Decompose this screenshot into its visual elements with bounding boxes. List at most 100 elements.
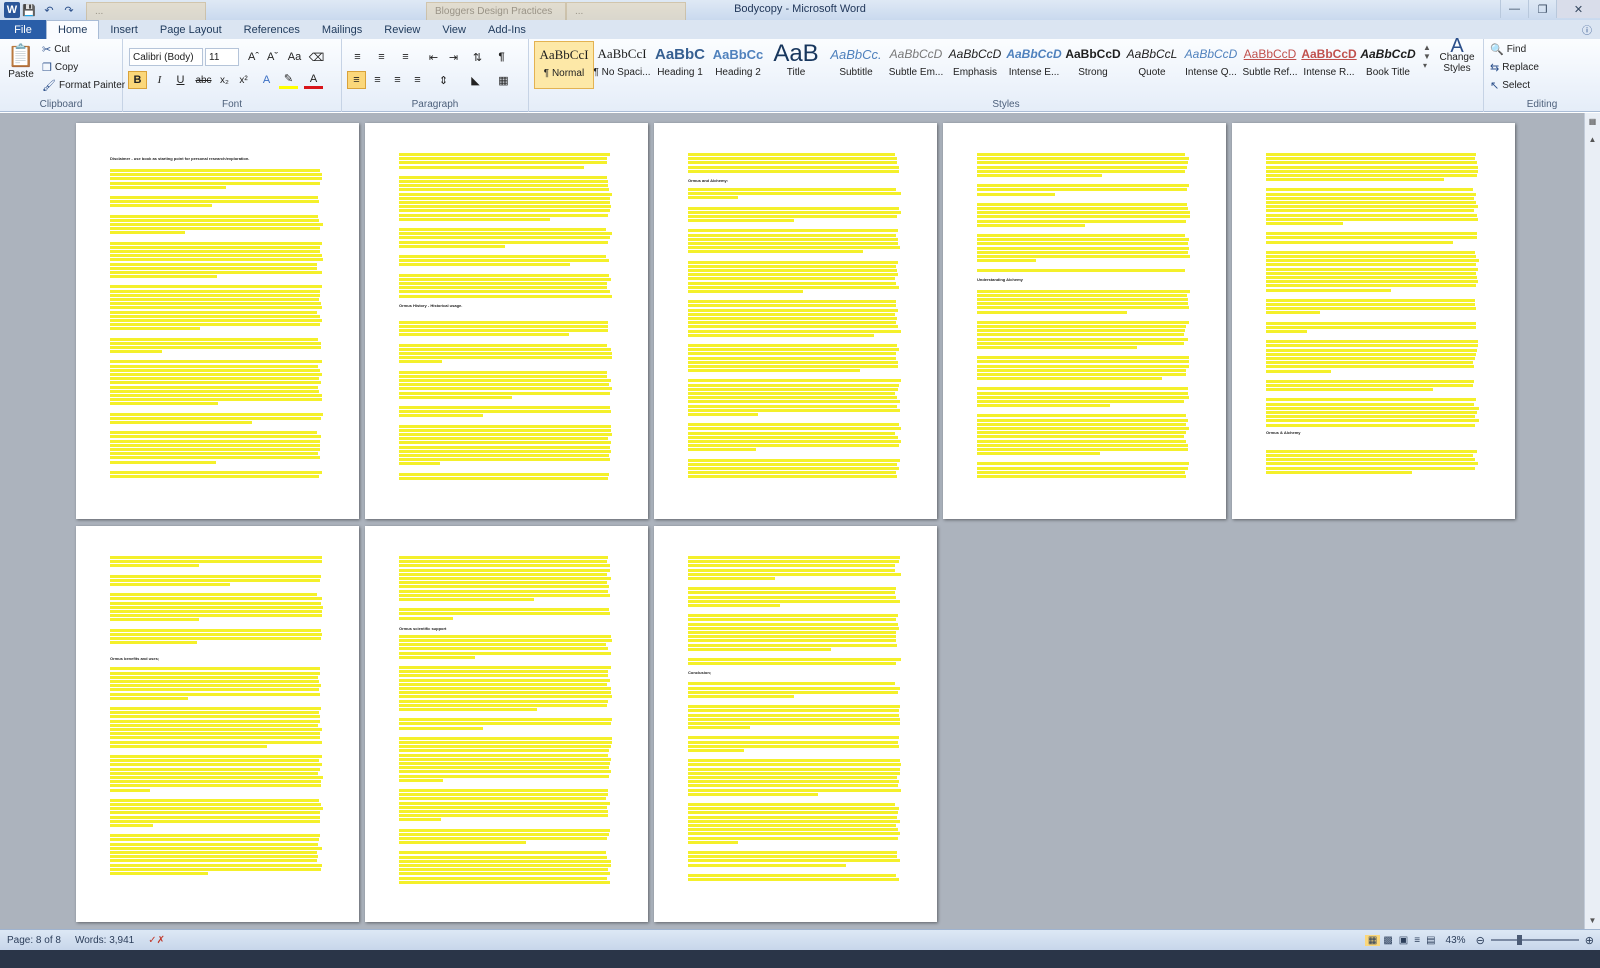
- page[interactable]: Ormus benefits and uses;: [76, 526, 359, 922]
- zoom-slider-thumb[interactable]: [1516, 935, 1522, 945]
- clear-formatting-icon[interactable]: ⌫: [307, 48, 326, 66]
- paste-button[interactable]: 📋 Paste: [6, 43, 36, 80]
- numbering-icon[interactable]: ≡: [372, 48, 391, 66]
- superscript-icon[interactable]: x²: [234, 71, 253, 89]
- restore-icon[interactable]: ❐: [1528, 0, 1556, 18]
- format-painter-button[interactable]: 🖌 Format Painter: [42, 79, 125, 92]
- help-icon[interactable]: ⓘ: [1582, 22, 1592, 37]
- shrink-font-icon[interactable]: Aˇ: [263, 48, 282, 66]
- sort-icon[interactable]: ⇅: [468, 48, 487, 66]
- close-icon[interactable]: ✕: [1556, 0, 1600, 18]
- full-screen-reading-icon[interactable]: ▩: [1380, 935, 1395, 946]
- page[interactable]: Ormus & Alchemy: [1232, 123, 1515, 519]
- outline-icon[interactable]: ≡: [1411, 935, 1423, 946]
- word-icon[interactable]: W: [4, 2, 20, 18]
- style-intense-quote[interactable]: AaBbCcD Intense Q...: [1181, 41, 1241, 89]
- scroll-down-icon[interactable]: ▼: [1587, 916, 1598, 925]
- tab-page-layout[interactable]: Page Layout: [149, 20, 233, 39]
- font-size-select[interactable]: 11: [205, 48, 239, 66]
- tab-file[interactable]: File: [0, 20, 46, 39]
- vertical-scrollbar[interactable]: ▦ ▲ ▼: [1584, 113, 1600, 929]
- increase-indent-icon[interactable]: ⇥: [444, 48, 463, 66]
- style-normal[interactable]: AaBbCcI ¶ Normal: [534, 41, 594, 89]
- text-line: [688, 435, 898, 439]
- bold-icon[interactable]: B: [128, 71, 147, 89]
- page-count[interactable]: Page: 8 of 8: [0, 935, 68, 946]
- tab-references[interactable]: References: [233, 20, 311, 39]
- replace-button[interactable]: ⇆ Replace: [1490, 61, 1539, 74]
- page[interactable]: Disclaimer - use book as starting point …: [76, 123, 359, 519]
- zoom-level[interactable]: 43%: [1439, 935, 1473, 946]
- ruler-toggle-icon[interactable]: ▦: [1587, 117, 1598, 129]
- text-effects-icon[interactable]: A: [257, 71, 276, 89]
- change-styles-button[interactable]: A Change Styles: [1434, 36, 1480, 74]
- align-left-icon[interactable]: ≡: [347, 71, 366, 89]
- web-layout-icon[interactable]: ▣: [1396, 935, 1411, 946]
- style-subtle-reference[interactable]: AaBbCcD Subtle Ref...: [1240, 41, 1300, 89]
- page[interactable]: Ormus and Alchemy:: [654, 123, 937, 519]
- zoom-slider[interactable]: [1490, 935, 1579, 945]
- style-title[interactable]: AaB Title: [766, 40, 826, 89]
- tab-view[interactable]: View: [431, 20, 477, 39]
- scroll-up-icon[interactable]: ▲: [1587, 135, 1598, 144]
- align-center-icon[interactable]: ≡: [368, 71, 387, 89]
- zoom-out-icon[interactable]: ⊖: [1473, 934, 1488, 947]
- styles-scroll-icon[interactable]: ▲ ▼ ▾: [1420, 43, 1434, 70]
- underline-icon[interactable]: U: [171, 71, 190, 89]
- shading-icon[interactable]: ◣: [466, 71, 485, 89]
- tab-home[interactable]: Home: [46, 20, 100, 39]
- zoom-in-icon[interactable]: ⊕: [1582, 934, 1600, 947]
- redo-icon[interactable]: ↷: [60, 2, 78, 18]
- proofing-icon[interactable]: ✓✗: [141, 935, 172, 946]
- subscript-icon[interactable]: x₂: [215, 71, 234, 89]
- bullets-icon[interactable]: ≡: [348, 48, 367, 66]
- page[interactable]: Conclusion;: [654, 526, 937, 922]
- style-heading-2[interactable]: AaBbCc Heading 2: [708, 41, 768, 89]
- strikethrough-icon[interactable]: abc: [194, 71, 213, 89]
- text-line: [688, 863, 847, 867]
- text-line: [688, 250, 863, 254]
- style-intense-emphasis[interactable]: AaBbCcD Intense E...: [1004, 41, 1064, 89]
- multilevel-list-icon[interactable]: ≡: [396, 48, 415, 66]
- save-icon[interactable]: 💾: [20, 2, 38, 18]
- style-no-spacing[interactable]: AaBbCcI ¶ No Spaci...: [592, 41, 652, 89]
- font-group-label: Font: [221, 99, 242, 110]
- page[interactable]: Ormus scientific support: [365, 526, 648, 922]
- word-count[interactable]: Words: 3,941: [68, 935, 141, 946]
- change-case-icon[interactable]: Aa: [285, 48, 304, 66]
- grow-font-icon[interactable]: Aˆ: [244, 48, 263, 66]
- draft-icon[interactable]: ▤: [1423, 935, 1438, 946]
- tab-insert[interactable]: Insert: [99, 20, 149, 39]
- tab-add-ins[interactable]: Add-Ins: [477, 20, 537, 39]
- font-name-select[interactable]: Calibri (Body): [129, 48, 203, 66]
- style-intense-reference[interactable]: AaBbCcD Intense R...: [1299, 41, 1359, 89]
- line-spacing-icon[interactable]: ⇕: [434, 71, 453, 89]
- justify-icon[interactable]: ≡: [408, 71, 427, 89]
- style-strong[interactable]: AaBbCcD Strong: [1063, 41, 1123, 89]
- minimize-icon[interactable]: —: [1500, 0, 1528, 18]
- document-area[interactable]: Disclaimer - use book as starting point …: [0, 113, 1584, 929]
- align-right-icon[interactable]: ≡: [388, 71, 407, 89]
- style-subtitle[interactable]: AaBbCc. Subtitle: [826, 41, 886, 89]
- copy-button[interactable]: ❐ Copy: [42, 61, 78, 74]
- print-layout-icon[interactable]: ▦: [1364, 934, 1381, 946]
- show-formatting-icon[interactable]: ¶: [492, 48, 511, 66]
- tab-review[interactable]: Review: [373, 20, 431, 39]
- style-heading-1[interactable]: AaBbC Heading 1: [650, 41, 710, 89]
- undo-icon[interactable]: ↶: [40, 2, 58, 18]
- borders-icon[interactable]: ▦: [494, 71, 513, 89]
- style-book-title[interactable]: AaBbCcD Book Title: [1358, 41, 1418, 89]
- find-button[interactable]: 🔍 Find: [1490, 43, 1526, 56]
- style-emphasis[interactable]: AaBbCcD Emphasis: [945, 41, 1005, 89]
- decrease-indent-icon[interactable]: ⇤: [424, 48, 443, 66]
- select-button[interactable]: ↖ Select: [1490, 79, 1530, 92]
- page[interactable]: Understanding Alchemy: [943, 123, 1226, 519]
- style-subtle-emphasis[interactable]: AaBbCcD Subtle Em...: [886, 41, 946, 89]
- tab-mailings[interactable]: Mailings: [311, 20, 373, 39]
- style-quote[interactable]: AaBbCcL Quote: [1122, 41, 1182, 89]
- italic-icon[interactable]: I: [150, 71, 169, 89]
- highlight-icon[interactable]: ✎: [279, 71, 298, 89]
- cut-button[interactable]: ✂ Cut: [42, 43, 70, 56]
- page[interactable]: Ormus History - Historical usage.: [365, 123, 648, 519]
- font-color-icon[interactable]: A: [304, 71, 323, 89]
